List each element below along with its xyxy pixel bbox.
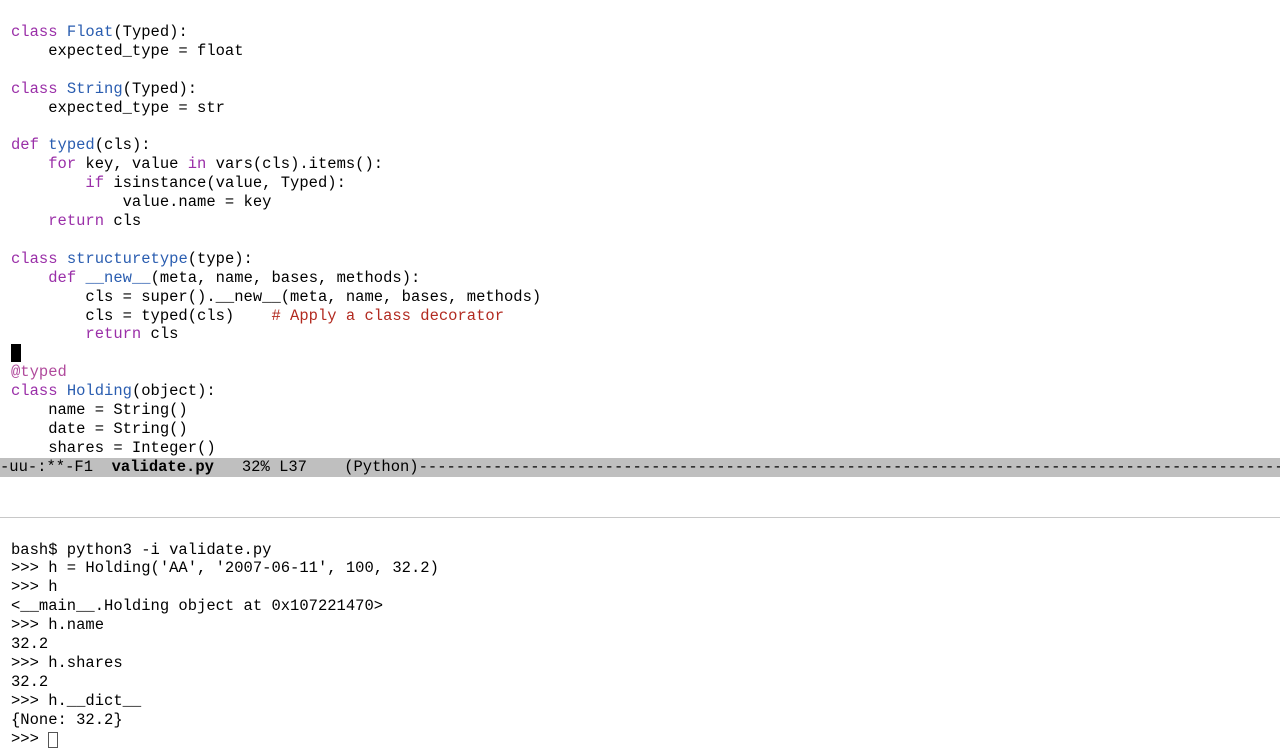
class-name-float: Float	[67, 23, 114, 41]
keyword-def: def	[48, 269, 76, 287]
keyword-if: if	[85, 174, 104, 192]
term-line: >>> h.__dict__	[11, 692, 141, 710]
term-line: >>> h = Holding('AA', '2007-06-11', 100,…	[11, 559, 439, 577]
indent	[11, 325, 85, 343]
class-name-holding: Holding	[67, 382, 132, 400]
code-text: shares = Integer()	[11, 439, 216, 457]
indent	[11, 174, 85, 192]
code-text: isinstance(value, Typed):	[104, 174, 346, 192]
keyword-class: class	[11, 250, 58, 268]
func-name-typed: typed	[48, 136, 95, 154]
keyword-def: def	[11, 136, 39, 154]
code-text: key, value	[76, 155, 188, 173]
indent	[11, 212, 48, 230]
term-prompt: >>>	[11, 730, 48, 748]
code-text: (meta, name, bases, methods):	[151, 269, 421, 287]
terminal-pane[interactable]: bash$ python3 -i validate.py >>> h = Hol…	[0, 518, 1280, 749]
code-text: cls	[141, 325, 178, 343]
keyword-class: class	[11, 382, 58, 400]
code-text: vars(cls).items():	[206, 155, 383, 173]
mode-line: -uu-:**-F1 validate.py 32% L37 (Python)-…	[0, 458, 1280, 477]
comment: # Apply a class decorator	[271, 307, 504, 325]
class-name-string: String	[67, 80, 123, 98]
code-text: (type):	[188, 250, 253, 268]
keyword-in: in	[188, 155, 207, 173]
code-text: value.name = key	[11, 193, 271, 211]
func-name-new: __new__	[85, 269, 150, 287]
code-text: cls = super().__new__(meta, name, bases,…	[11, 288, 541, 306]
indent	[11, 155, 48, 173]
editor-cursor	[11, 344, 21, 362]
modeline-mode: (Python)	[307, 458, 419, 476]
code-text: cls = typed(cls)	[11, 307, 271, 325]
keyword-class: class	[11, 23, 58, 41]
modeline-flags: -uu-:**-F1	[0, 458, 112, 476]
modeline-dashes: ----------------------------------------…	[419, 458, 1280, 476]
code-text: (Typed):	[113, 23, 187, 41]
modeline-filename: validate.py	[112, 458, 214, 476]
code-text: date = String()	[11, 420, 188, 438]
terminal-cursor	[48, 732, 58, 748]
window-divider	[0, 477, 1280, 518]
keyword-for: for	[48, 155, 76, 173]
decorator: @typed	[11, 363, 67, 381]
modeline-percent: 32%	[214, 458, 279, 476]
keyword-class: class	[11, 80, 58, 98]
code-text: (object):	[132, 382, 216, 400]
keyword-return: return	[85, 325, 141, 343]
code-text: expected_type = float	[11, 42, 244, 60]
indent	[11, 269, 48, 287]
code-text: (Typed):	[123, 80, 197, 98]
term-line: bash$ python3 -i validate.py	[11, 541, 271, 559]
editor-pane[interactable]: class Float(Typed): expected_type = floa…	[0, 0, 1280, 458]
keyword-return: return	[48, 212, 104, 230]
term-line: >>> h	[11, 578, 58, 596]
modeline-line: L37	[279, 458, 307, 476]
term-line: 32.2	[11, 673, 48, 691]
term-line: >>> h.shares	[11, 654, 123, 672]
code-text: (cls):	[95, 136, 151, 154]
class-name-structuretype: structuretype	[67, 250, 188, 268]
term-line: <__main__.Holding object at 0x107221470>	[11, 597, 383, 615]
code-text: cls	[104, 212, 141, 230]
term-line: 32.2	[11, 635, 48, 653]
code-text: expected_type = str	[11, 99, 225, 117]
code-text: name = String()	[11, 401, 188, 419]
term-line: >>> h.name	[11, 616, 104, 634]
